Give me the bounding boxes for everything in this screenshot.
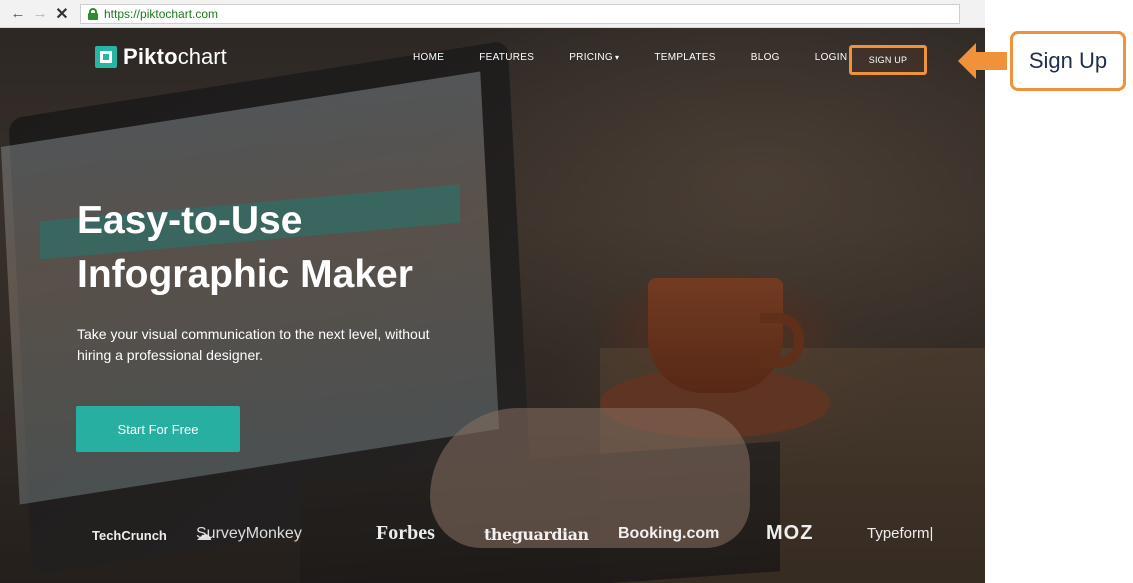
hero-dark-overlay: [0, 28, 985, 583]
back-arrow-icon[interactable]: ←: [8, 4, 28, 24]
sign-up-annotation-callout: Sign Up: [1010, 31, 1126, 91]
hero-subtitle: Take your visual communication to the ne…: [77, 326, 430, 363]
booking-logo: Booking.com: [618, 525, 720, 542]
main-nav: HOME FEATURES PRICING ▾ TEMPLATES BLOG LO…: [413, 52, 882, 63]
moz-logo: MOZ: [766, 522, 814, 544]
piktochart-logo-icon: [95, 46, 117, 68]
site-header: Pikto chart HOME FEATURES PRICING ▾ TEMPLA…: [0, 28, 985, 90]
techcrunch-logo: TechCrunch: [92, 528, 167, 543]
address-bar[interactable]: https://piktochart.com: [80, 3, 960, 24]
browser-toolbar: ← → ✕ https://piktochart.com: [0, 0, 985, 28]
sign-up-button[interactable]: SIGN UP: [849, 45, 927, 75]
typeform-logo: Typeform|: [867, 525, 934, 542]
nav-templates[interactable]: TEMPLATES: [654, 52, 715, 63]
hero-title-line-1: Easy-to-Use: [77, 199, 303, 242]
url-text: https://piktochart.com: [104, 6, 219, 21]
piktochart-logo[interactable]: Pikto chart: [95, 44, 227, 70]
start-for-free-button[interactable]: Start For Free: [76, 406, 240, 452]
caret-down-icon: ▾: [614, 53, 620, 62]
nav-home[interactable]: HOME: [413, 52, 444, 63]
guardian-logo: theguardian: [484, 525, 589, 544]
lock-icon: [87, 7, 99, 20]
press-logos: TechCrunch ☁ SurveyMonkey Forbes theguar…: [0, 520, 985, 550]
nav-login[interactable]: LOGIN: [815, 52, 848, 63]
hero-title: Easy-to-Use Infographic Maker: [77, 194, 413, 302]
annotation-arrow-icon: [958, 43, 1008, 79]
surveymonkey-logo-text: SurveyMonkey: [196, 525, 302, 542]
nav-pricing-label: PRICING: [569, 52, 613, 63]
piktochart-homepage: Pikto chart HOME FEATURES PRICING ▾ TEMPLA…: [0, 28, 985, 583]
hero-title-line-2: Infographic Maker: [77, 253, 413, 296]
forward-arrow-icon[interactable]: →: [30, 4, 50, 24]
logo-text-bold: Pikto: [123, 44, 178, 69]
nav-pricing[interactable]: PRICING ▾: [569, 52, 619, 63]
forbes-logo: Forbes: [376, 522, 435, 544]
nav-blog[interactable]: BLOG: [751, 52, 780, 63]
stop-loading-icon[interactable]: ✕: [52, 4, 72, 24]
logo-text-light: chart: [177, 44, 227, 69]
nav-features[interactable]: FEATURES: [479, 52, 534, 63]
